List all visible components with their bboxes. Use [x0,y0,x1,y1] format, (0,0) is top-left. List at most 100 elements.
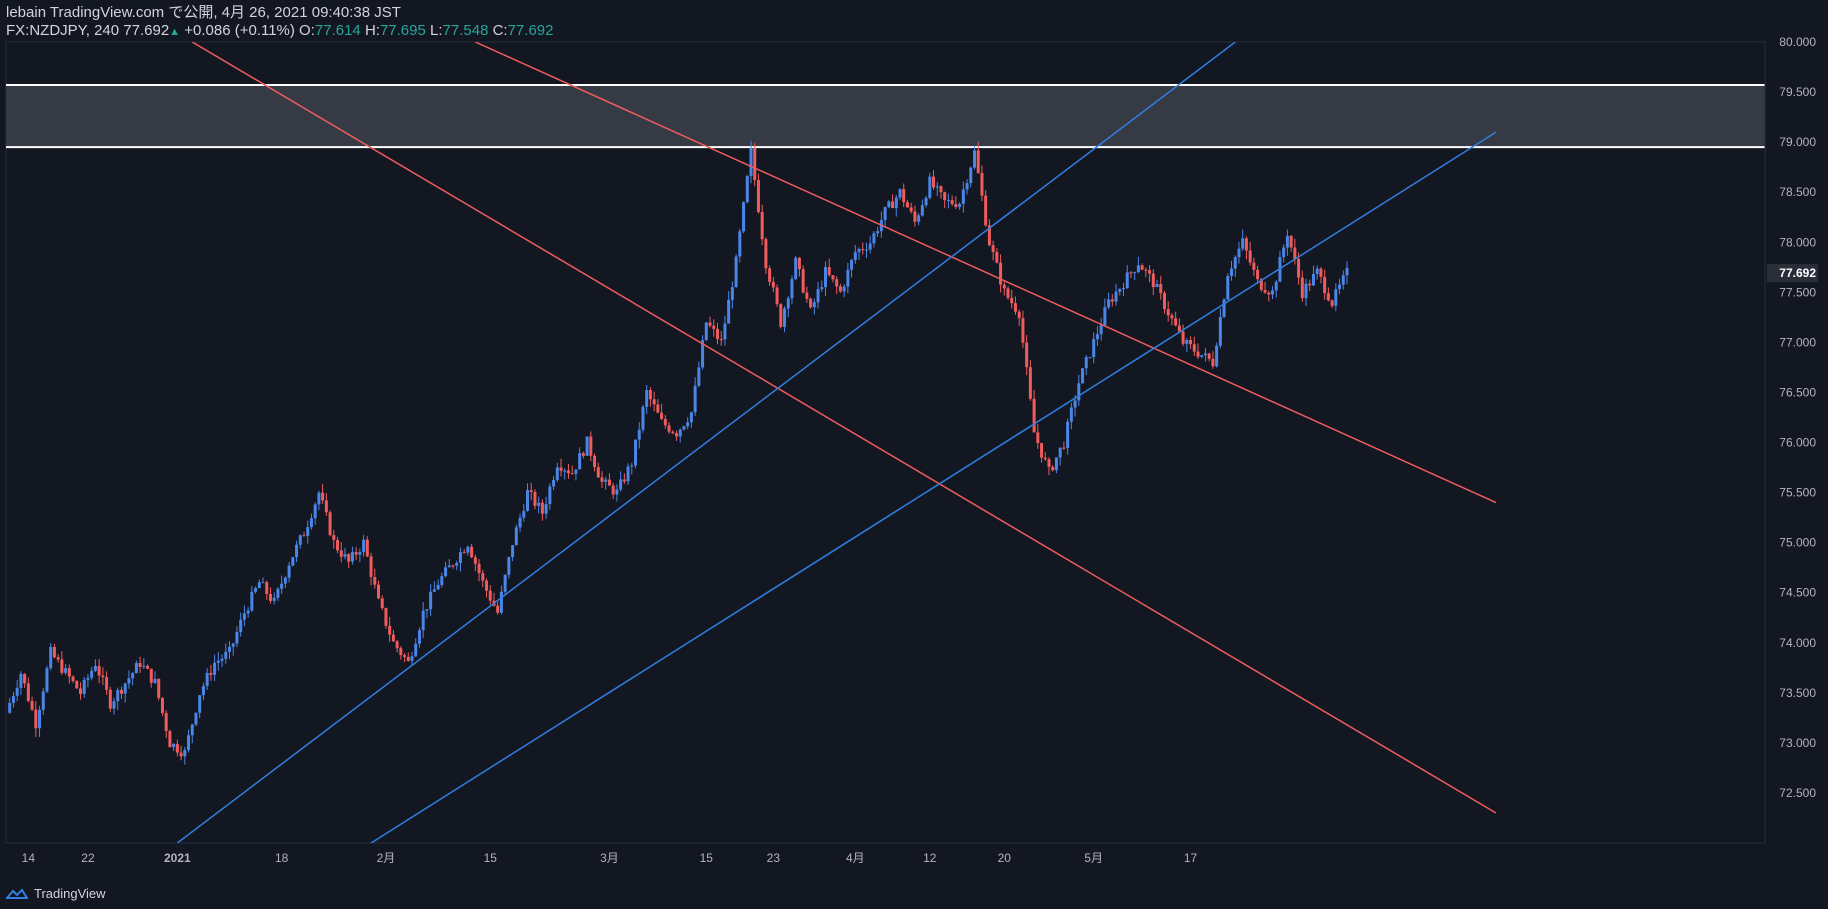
candle-body [682,426,686,430]
candle-body [1271,290,1274,295]
candle-body [522,510,526,518]
candle-body [820,287,824,290]
candle-body [347,554,351,562]
candle-body [1334,289,1338,306]
candle-body [268,594,272,601]
y-tick-label: 73.000 [1779,736,1816,750]
candle-body [131,673,135,679]
candle-body [768,268,772,282]
candle-body [779,304,783,327]
candle-body [950,200,954,205]
price-chart[interactable]: 80.000 79.500 79.000 78.500 78.000 77.500 77.0… [0,0,1828,909]
candle-body [209,672,213,675]
candle-body [395,641,399,649]
y-tick-label: 76.500 [1779,385,1816,399]
candle-body [596,467,600,478]
candle-body [119,689,123,694]
candle-body [1062,447,1066,449]
candle-body [410,656,414,661]
candle-body [298,535,302,545]
candle-body [980,172,984,196]
candle-body [49,646,53,669]
candle-body [108,689,112,709]
candle-body [1330,300,1334,306]
candle-body [309,518,313,528]
candle-body [138,663,142,667]
candle-body [864,249,868,251]
candle-body [838,286,842,292]
candle-body [377,584,380,599]
candle-body [1110,299,1114,302]
candle-body [116,689,120,702]
candle-body [179,752,183,757]
candle-body [619,479,623,490]
x-tick-label: 23 [767,851,781,865]
candle-body [794,257,798,280]
candle-body [678,429,682,437]
candle-body [712,325,716,329]
candle-body [343,554,347,557]
candle-body [1162,293,1166,310]
candle-body [1032,398,1036,433]
candle-body [1263,289,1267,293]
candle-body [455,562,459,566]
candle-body [257,582,261,589]
candle-body [447,565,451,568]
candle-body [578,453,582,470]
x-tick-label: 2021 [164,851,191,865]
candle-body [615,489,619,495]
y-tick-label: 75.500 [1779,486,1816,500]
candle-body [1267,292,1271,295]
candle-body [295,544,299,558]
candle-body [954,204,958,207]
candle-body [224,651,228,659]
candle-body [574,469,578,474]
candle-body [973,150,976,168]
candle-body [853,252,857,260]
candle-body [835,279,839,287]
candle-body [358,552,362,555]
candle-body [708,322,712,326]
candle-body [1282,247,1286,258]
candle-body [797,257,801,270]
candle-body [1345,267,1349,276]
candle-body [507,557,511,575]
candle-body [265,582,269,595]
y-tick-label: 78.500 [1779,185,1816,199]
candle-body [1095,334,1099,340]
candle-body [1140,265,1144,270]
candle-body [1107,299,1111,308]
candle-body [231,643,235,647]
candle-body [999,262,1003,285]
candle-body [589,436,593,456]
candle-body [1170,315,1174,319]
candle-body [637,429,641,440]
candle-body [399,648,403,656]
candle-body [790,279,794,299]
tradingview-logo-icon [6,887,28,899]
candle-body [19,673,23,688]
x-tick-label: 15 [484,851,498,865]
candle-body [1248,250,1252,263]
x-tick-label: 17 [1184,851,1198,865]
candle-body [317,492,321,505]
candle-body [440,576,444,585]
candle-body [1341,275,1345,285]
candle-body [1013,303,1017,312]
candle-body [1211,358,1215,367]
candle-body [1043,457,1047,460]
candle-body [429,591,433,610]
footer-brand[interactable]: TradingView [6,886,106,901]
candle-body [134,663,138,674]
candle-body [1084,357,1088,369]
candle-body [436,584,440,590]
candle-body [1054,457,1058,471]
candle-body [529,490,533,492]
candle-body [369,556,373,577]
candle-body [548,486,552,505]
candle-body [585,436,589,456]
candle-body [570,473,574,475]
candle-body [194,712,198,725]
candle-body [261,582,265,584]
candle-body [723,323,727,340]
